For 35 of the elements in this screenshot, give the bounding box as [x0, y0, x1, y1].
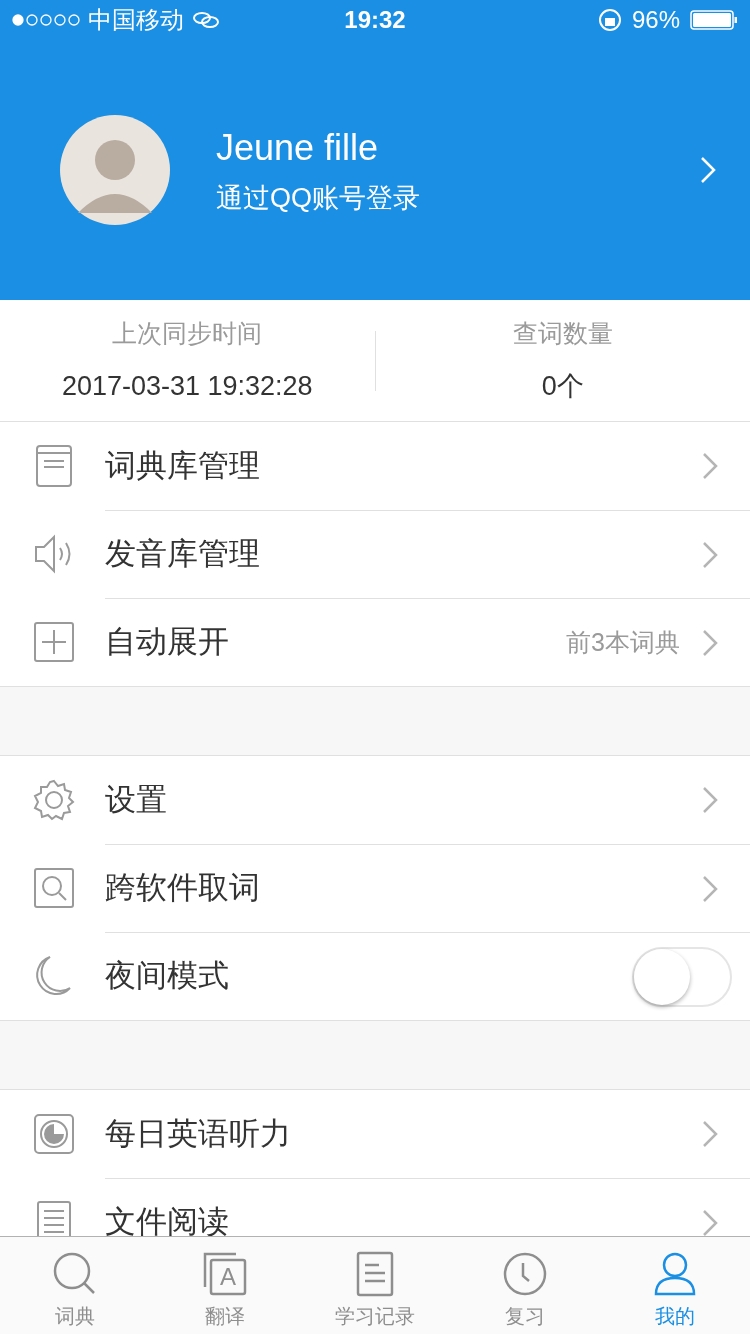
chevron-right-icon: [702, 786, 718, 814]
avatar[interactable]: [60, 115, 170, 225]
chevron-right-icon[interactable]: [700, 156, 716, 184]
clock-icon: [502, 1251, 548, 1297]
menu-item-label[interactable]: 自动展开: [105, 619, 567, 666]
profile-icon: [652, 1251, 698, 1297]
stat-value: 2017-03-31 19:32:28: [61, 370, 313, 403]
night-mode-switch[interactable]: [632, 946, 732, 1007]
battery-icon: [690, 10, 738, 30]
plus-icon: [31, 620, 76, 664]
menu-item-label[interactable]: 发音库管理: [105, 531, 702, 578]
menu-item-label[interactable]: 每日英语听力: [105, 1110, 702, 1158]
status-time: 19:32: [344, 5, 406, 35]
user-name: Jeune fille: [216, 126, 380, 170]
chevron-right-icon: [702, 628, 718, 657]
menu-item-label[interactable]: 设置: [105, 776, 702, 824]
menu-item-detail: 前3本词典: [566, 626, 680, 658]
rotation-lock-icon: [597, 8, 622, 32]
stat-label: 上次同步时间: [112, 317, 263, 349]
chevron-right-icon: [702, 540, 718, 569]
signal-icon: [12, 13, 80, 27]
stat-label: 查词数量: [512, 317, 613, 349]
search-icon: [31, 866, 76, 910]
link-icon: [192, 10, 220, 30]
settings-icon: [31, 778, 76, 822]
menu-item-label[interactable]: 夜间模式: [105, 953, 632, 1000]
menu-item-label[interactable]: 词典库管理: [105, 442, 702, 490]
battery-percent: 96%: [631, 5, 680, 35]
chevron-right-icon: [702, 1120, 718, 1148]
chevron-right-icon: [702, 452, 718, 480]
menu-item-label[interactable]: 跨软件取词: [105, 865, 702, 912]
carrier-name: 中国移动: [88, 5, 184, 35]
stat-value: 0个: [541, 370, 584, 403]
chevron-right-icon: [702, 874, 718, 903]
login-method: 通过QQ账号登录: [216, 182, 421, 215]
